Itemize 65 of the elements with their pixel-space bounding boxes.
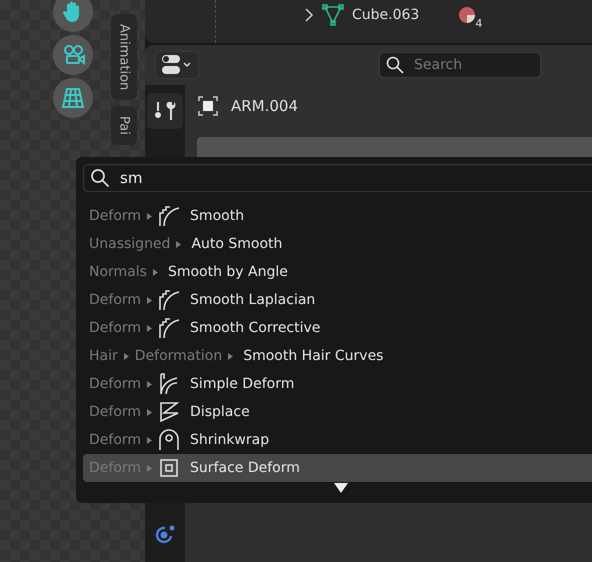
submenu-arrow-icon <box>147 408 152 416</box>
tool-tab[interactable] <box>147 93 183 129</box>
menu-item[interactable]: Deform Smooth <box>83 202 592 230</box>
modifier-label: Surface Deform <box>190 460 300 476</box>
submenu-arrow-icon <box>147 296 152 304</box>
category-label: Deform <box>89 320 142 336</box>
smooth-curve-icon <box>158 317 180 339</box>
material-sphere-icon <box>457 5 478 25</box>
material-count: 4 <box>475 17 482 30</box>
pan-hand-icon[interactable] <box>53 0 93 32</box>
category-label: Normals <box>89 264 147 280</box>
submenu-arrow-icon <box>124 352 129 360</box>
menu-item[interactable]: Normals Smooth by Angle <box>83 258 592 286</box>
category-label: Deform <box>89 432 142 448</box>
modifier-label: Shrinkwrap <box>190 432 270 448</box>
modifier-label: Displace <box>190 404 250 420</box>
submenu-arrow-icon <box>176 240 182 248</box>
screwdriver-wrench-icon <box>154 100 176 122</box>
mesh-triangle-icon <box>322 4 344 26</box>
category-label: Deform <box>89 208 142 224</box>
search-icon <box>386 56 404 74</box>
displace-icon <box>158 401 180 423</box>
modifier-label: Smooth by Angle <box>168 264 288 280</box>
shrinkwrap-icon <box>158 429 180 451</box>
sidebar-tab[interactable]: Pai <box>111 106 137 146</box>
category-label: Deform <box>89 404 142 420</box>
menu-item[interactable]: Deform Displace <box>83 398 592 426</box>
grid-icon[interactable] <box>53 78 93 118</box>
surface-deform-icon <box>158 457 180 479</box>
modifier-label: Smooth Hair Curves <box>243 348 384 364</box>
sidebar-tab[interactable]: Animation <box>111 14 137 100</box>
display-mode-button[interactable] <box>155 51 199 79</box>
category-label: Hair <box>89 348 118 364</box>
submenu-arrow-icon <box>147 436 152 444</box>
submenu-arrow-icon <box>147 324 152 332</box>
submenu-arrow-icon <box>147 380 152 388</box>
object-icon <box>197 95 219 117</box>
chevron-right-icon[interactable] <box>304 8 314 22</box>
modifier-label: Smooth Corrective <box>190 320 320 336</box>
search-icon <box>90 168 110 188</box>
smooth-curve-icon <box>158 205 180 227</box>
submenu-arrow-icon <box>152 268 158 276</box>
modifier-label: Smooth <box>190 208 244 224</box>
menu-item[interactable]: Deform Smooth Laplacian <box>83 286 592 314</box>
submenu-arrow-icon <box>147 464 152 472</box>
modifier-label: Smooth Laplacian <box>190 292 316 308</box>
category-label: Deformation <box>134 348 222 364</box>
menu-item[interactable]: Unassigned Auto Smooth <box>83 230 592 258</box>
submenu-arrow-icon <box>147 212 152 220</box>
menu-item[interactable]: Deform Simple Deform <box>83 370 592 398</box>
modifier-label: Auto Smooth <box>191 236 282 252</box>
object-name[interactable]: Cube.063 <box>352 7 420 23</box>
menu-item[interactable]: Hair Deformation Smooth Hair Curves <box>83 342 592 370</box>
menu-search-field[interactable]: sm <box>83 164 592 192</box>
modifier-label: Simple Deform <box>190 376 294 392</box>
category-label: Deform <box>89 376 142 392</box>
camera-icon[interactable] <box>53 35 93 75</box>
search-field[interactable]: Search <box>379 52 541 78</box>
object-name: ARM.004 <box>231 97 298 115</box>
menu-item[interactable]: Deform Smooth Corrective <box>83 314 592 342</box>
smooth-curve-icon <box>158 289 180 311</box>
category-label: Unassigned <box>89 236 170 252</box>
category-label: Deform <box>89 292 142 308</box>
submenu-arrow-icon <box>228 352 234 360</box>
menu-item[interactable]: Deform Shrinkwrap <box>83 426 592 454</box>
